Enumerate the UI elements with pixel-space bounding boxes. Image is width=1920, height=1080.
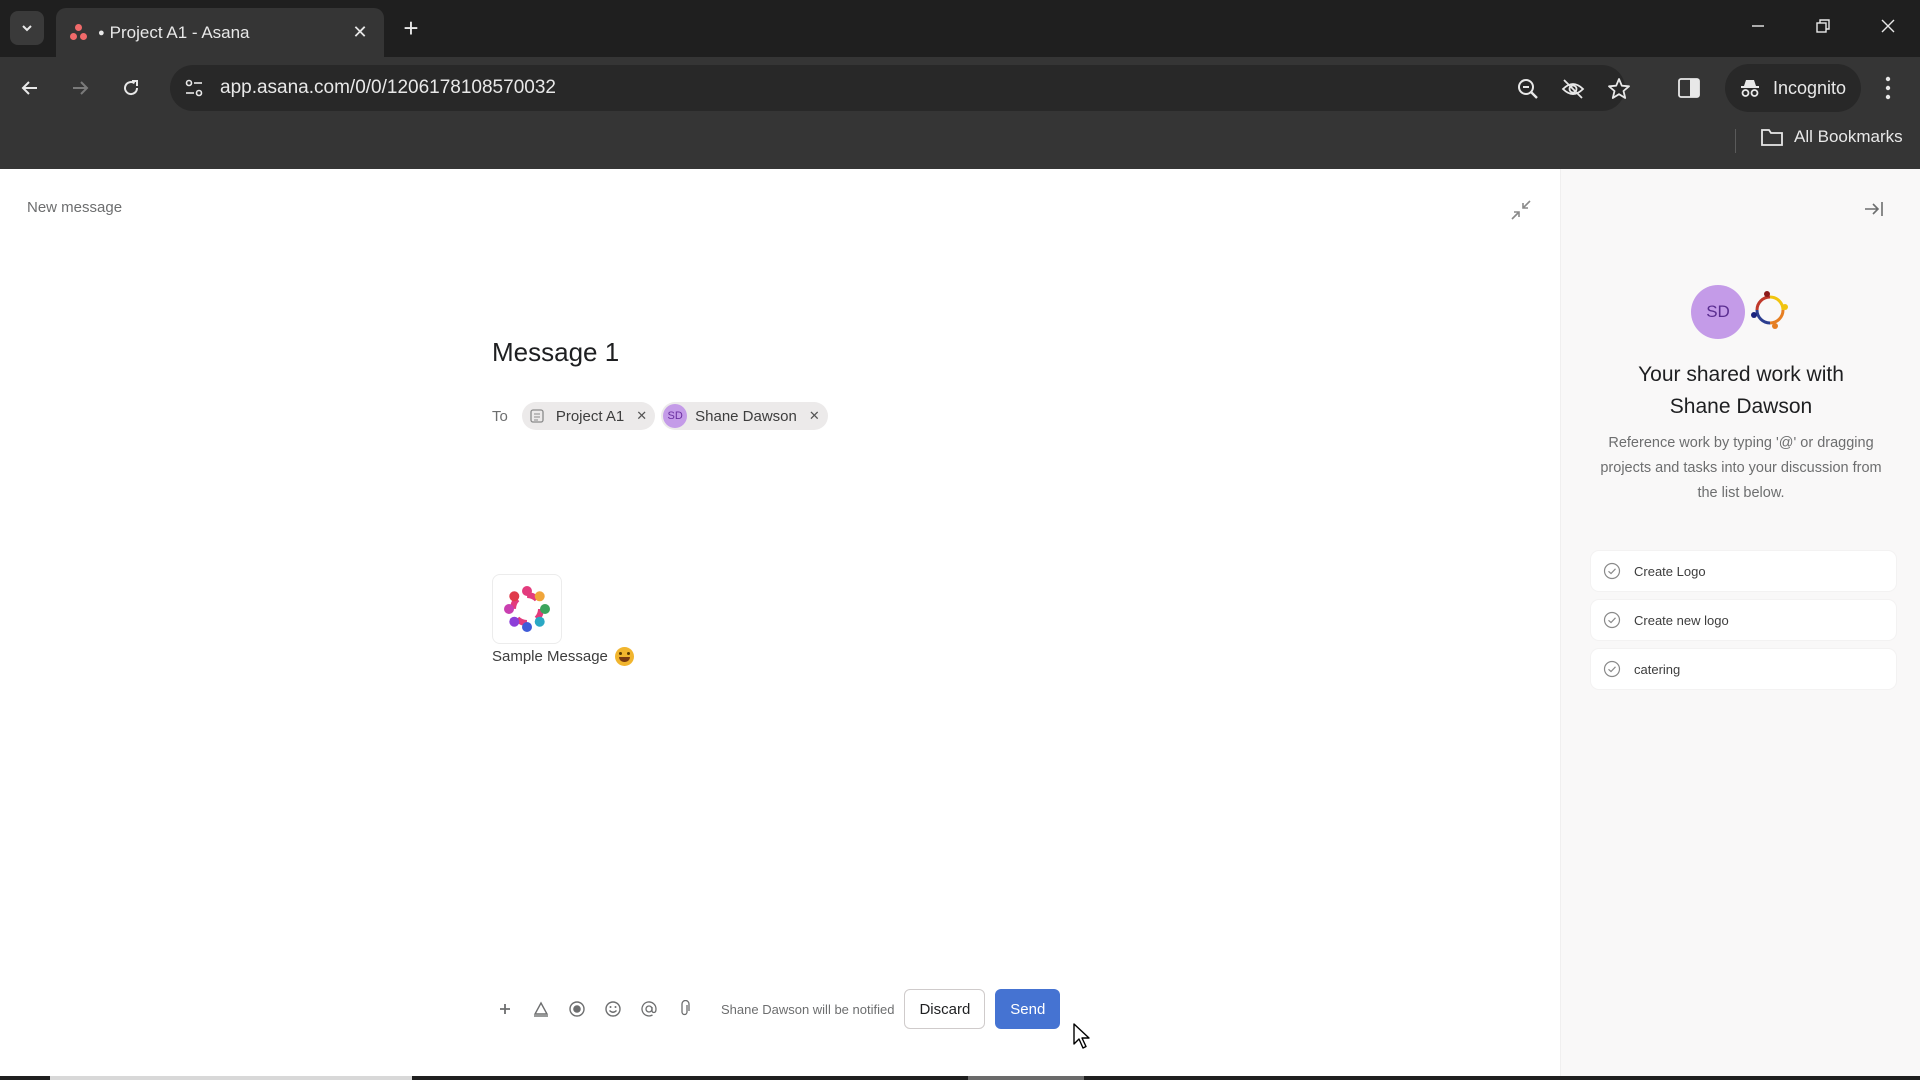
shared-task-list: Create Logo Create new logo catering	[1591, 551, 1896, 698]
message-title[interactable]: Message 1	[492, 337, 619, 368]
new-tab-button[interactable]: +	[396, 14, 426, 42]
text-format-icon	[533, 1001, 549, 1017]
browser-titlebar: ● Project A1 - Asana ✕ +	[0, 0, 1920, 57]
avatar: SD	[663, 404, 688, 428]
asana-favicon	[70, 23, 88, 42]
taskbar-segment	[50, 1076, 412, 1080]
reload-icon	[124, 80, 139, 96]
remove-recipient-icon[interactable]: ✕	[809, 408, 820, 424]
mention-button[interactable]	[631, 991, 667, 1027]
task-label: Create new logo	[1634, 612, 1729, 628]
panel-description: Reference work by typing '@' or dragging…	[1600, 435, 1882, 501]
asana-page: New message Message 1 To Project A1 ✕ SD…	[0, 169, 1920, 1076]
browser-tab[interactable]: ● Project A1 - Asana ✕	[56, 8, 384, 57]
notify-text: Shane Dawson will be notified	[721, 1001, 895, 1017]
panel-title-text: Your shared work with Shane Dawson	[1638, 363, 1844, 418]
browser-toolbar: app.asana.com/0/0/1206178108570032 Incog…	[0, 57, 1920, 119]
team-logo-icon	[1751, 291, 1788, 329]
composer-header-label: New message	[27, 199, 123, 216]
grinning-face-emoji-icon	[614, 647, 634, 666]
window-close-button[interactable]	[1868, 10, 1908, 46]
mention-icon	[641, 1001, 657, 1017]
recipient-chip-project[interactable]: Project A1 ✕	[521, 402, 656, 430]
attach-icon	[681, 1000, 690, 1016]
minimize-composer-icon[interactable]	[1508, 197, 1534, 223]
avatar: SD	[1691, 285, 1745, 339]
more-vertical-icon[interactable]	[1878, 71, 1898, 105]
all-bookmarks-label: All Bookmarks	[1794, 127, 1903, 146]
shared-work-panel: SD Your shared work with Shane Dawson Re…	[1560, 169, 1920, 1076]
plus-icon	[500, 1004, 510, 1014]
attachment-thumbnail[interactable]	[492, 574, 562, 644]
to-label: To	[492, 407, 508, 425]
project-icon	[526, 405, 548, 427]
restore-button[interactable]	[1803, 10, 1843, 46]
incognito-label: Incognito	[1773, 77, 1847, 98]
recipient-label: Shane Dawson	[695, 407, 797, 425]
tune-icon[interactable]	[182, 76, 206, 100]
bookmarks-divider	[1735, 129, 1736, 153]
check-circle-icon[interactable]	[1603, 611, 1621, 629]
tab-close-icon[interactable]: ✕	[350, 22, 370, 43]
record-icon	[569, 1001, 585, 1017]
recipients-row: To Project A1 ✕ SD Shane Dawson ✕	[492, 402, 834, 430]
tab-search-button[interactable]	[10, 11, 44, 45]
back-button[interactable]	[13, 71, 47, 105]
send-button[interactable]: Send	[995, 989, 1061, 1029]
check-circle-icon[interactable]	[1603, 660, 1621, 678]
taskbar-segment	[968, 1076, 1084, 1080]
attach-button[interactable]	[667, 991, 703, 1027]
message-composer: New message Message 1 To Project A1 ✕ SD…	[0, 169, 1560, 1076]
panel-title: Your shared work with Shane Dawson	[1561, 359, 1920, 423]
task-label: catering	[1634, 661, 1681, 677]
url-text[interactable]: app.asana.com/0/0/1206178108570032	[220, 77, 556, 99]
minimize-icon	[1752, 25, 1764, 27]
add-button[interactable]	[487, 991, 523, 1027]
minimize-button[interactable]	[1738, 10, 1778, 46]
forward-button[interactable]	[63, 71, 97, 105]
task-item[interactable]: Create new logo	[1591, 600, 1896, 640]
emoji-button[interactable]	[595, 991, 631, 1027]
message-body[interactable]: Sample Message	[492, 647, 634, 666]
reload-button[interactable]	[114, 71, 148, 105]
arrow-left-icon	[21, 81, 37, 95]
remove-recipient-icon[interactable]: ✕	[636, 408, 647, 424]
side-panel-icon[interactable]	[1676, 75, 1702, 101]
task-item[interactable]: catering	[1591, 649, 1896, 689]
composer-footer: Shane Dawson will be notified Discard Se…	[487, 989, 1061, 1029]
address-bar[interactable]: app.asana.com/0/0/1206178108570032	[170, 65, 1630, 111]
incognito-icon	[1741, 80, 1759, 97]
bookmarks-bar: All Bookmarks	[0, 119, 1920, 169]
chevron-down-icon	[22, 25, 32, 32]
close-panel-icon[interactable]	[1861, 196, 1887, 222]
arrow-right-icon	[73, 81, 89, 95]
mouse-cursor-icon	[1073, 1023, 1090, 1049]
zoom-out-icon[interactable]	[1515, 76, 1541, 102]
tab-title: ● Project A1 - Asana	[98, 22, 250, 42]
text-format-button[interactable]	[523, 991, 559, 1027]
close-icon	[1881, 19, 1895, 33]
discard-button[interactable]: Discard	[904, 989, 986, 1029]
taskbar-strip	[0, 1076, 1920, 1080]
message-body-text: Sample Message	[492, 648, 608, 665]
task-label: Create Logo	[1634, 563, 1706, 579]
task-item[interactable]: Create Logo	[1591, 551, 1896, 591]
eye-off-icon[interactable]	[1560, 76, 1586, 102]
recipient-label: Project A1	[555, 407, 625, 425]
check-circle-icon[interactable]	[1603, 562, 1621, 580]
colorful-logo-icon	[504, 586, 550, 632]
record-video-button[interactable]	[559, 991, 595, 1027]
incognito-badge[interactable]: Incognito	[1725, 64, 1861, 112]
restore-icon	[1816, 19, 1830, 33]
recipient-chip-user[interactable]: SD Shane Dawson ✕	[661, 402, 828, 430]
folder-icon	[1761, 129, 1783, 146]
all-bookmarks-button[interactable]: All Bookmarks	[1760, 127, 1903, 147]
star-icon[interactable]	[1606, 76, 1632, 102]
emoji-icon	[605, 1001, 621, 1017]
